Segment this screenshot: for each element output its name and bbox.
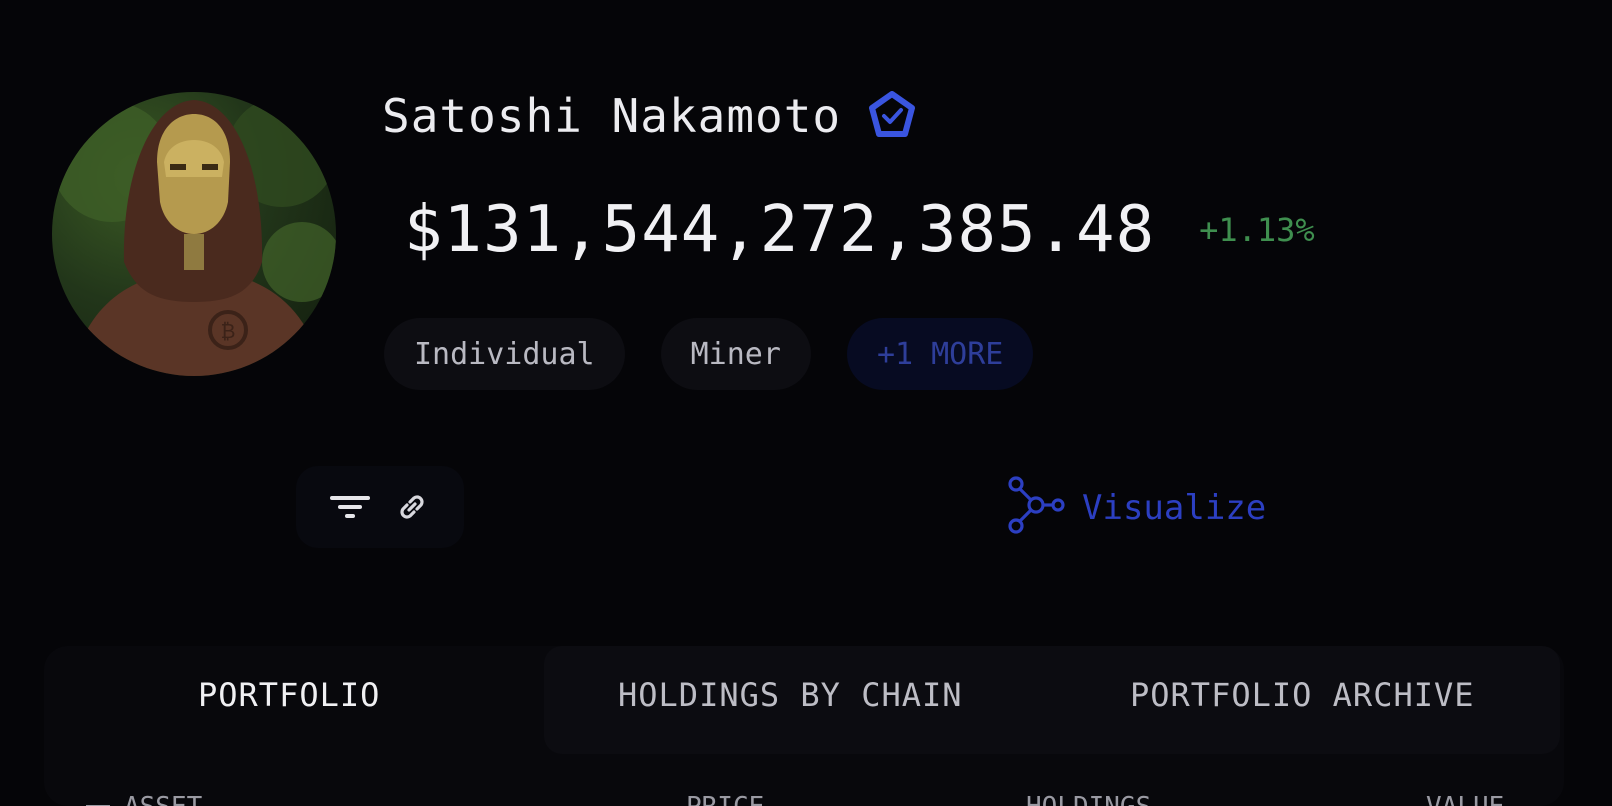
entity-tags: Individual Miner +1 MORE [384,318,1034,390]
filter-icon[interactable] [330,492,370,522]
tab-portfolio-archive[interactable]: PORTFOLIO ARCHIVE [1130,676,1475,714]
tab-holdings-by-chain[interactable]: HOLDINGS BY CHAIN [618,676,963,714]
column-header-asset-label: ASSET [124,792,202,806]
balance-row: $131,544,272,385.48 +1.13% [404,190,1315,270]
column-header-value[interactable]: VALUE [1426,792,1504,806]
table-header: ASSET PRICE HOLDINGS VALUE [86,792,1536,806]
portfolio-balance: $131,544,272,385.48 [404,193,1156,267]
column-header-price[interactable]: PRICE [686,792,764,806]
column-header-asset[interactable]: ASSET [86,792,202,806]
link-icon[interactable] [394,489,430,525]
svg-text:₿: ₿ [221,319,236,343]
profile-name-row: Satoshi Nakamoto [382,86,917,146]
profile-page: ₿ Satoshi Nakamoto $131,544,272,385.48 +… [0,0,1612,806]
balance-change: +1.13% [1199,211,1315,249]
visualize-label: Visualize [1082,488,1267,528]
more-tags-button[interactable]: +1 MORE [846,318,1034,390]
visualize-button[interactable]: Visualize [1004,476,1266,540]
column-header-holdings[interactable]: HOLDINGS [1026,792,1151,806]
tag-individual[interactable]: Individual [384,318,625,390]
tab-portfolio[interactable]: PORTFOLIO [198,676,380,714]
network-graph-icon [1004,474,1068,542]
verified-badge-icon [867,91,917,141]
tag-miner[interactable]: Miner [660,318,811,390]
profile-name: Satoshi Nakamoto [382,89,842,143]
avatar: ₿ [52,92,336,376]
action-icon-group [296,466,464,548]
